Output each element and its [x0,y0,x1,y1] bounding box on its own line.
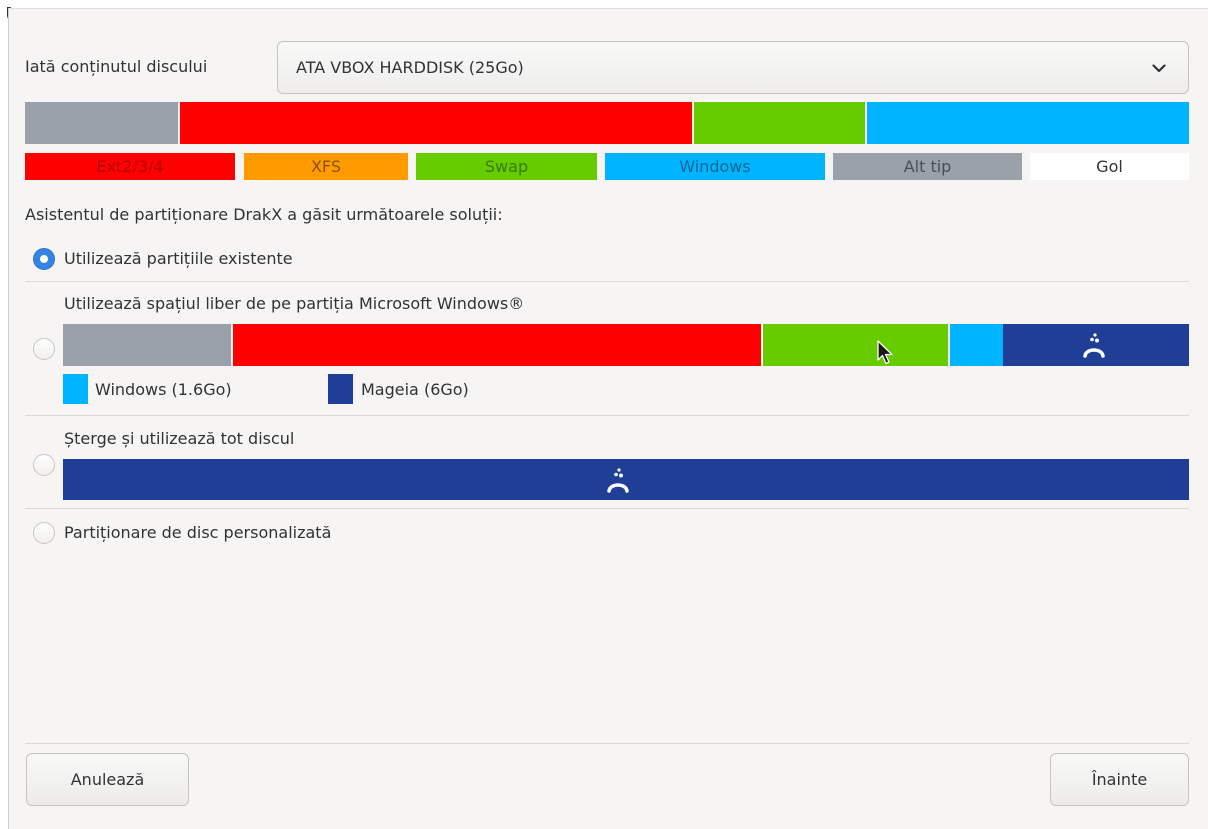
legend-ext: Ext2/3/4 [25,153,235,180]
option-custom-label[interactable]: Partiționare de disc personalizată [64,521,331,545]
solutions-heading: Asistentul de partiționare DrakX a găsit… [25,205,503,224]
disk-select[interactable]: ATA VBOX HARDDISK (25Go) [277,41,1189,94]
legend-swap: Swap [416,153,597,180]
partition-segment-other [25,102,180,144]
mouse-cursor-icon [877,340,893,365]
resize-segment-mageia [1003,324,1189,366]
legend-windows: Windows [605,153,825,180]
radio-existing-partitions[interactable] [33,248,55,270]
disk-select-value: ATA VBOX HARDDISK (25Go) [296,58,524,77]
radio-erase-disk[interactable] [33,454,55,476]
partition-segment-windows [867,102,1189,144]
legend-other: Alt tip [833,153,1022,180]
legend-xfs: XFS [244,153,408,180]
radio-free-windows[interactable] [33,338,55,360]
legend-empty: Gol [1030,153,1189,180]
next-button[interactable]: Înainte [1050,753,1189,806]
resize-partition-bar [63,324,1189,366]
separator [25,281,1189,282]
windows-size-label: Windows (1.6Go) [95,380,232,399]
disk-label: Iată conținutul discului [25,57,208,76]
resize-segment-other [63,324,233,366]
mageia-swatch [328,374,353,404]
option-free-windows-label[interactable]: Utilizează spațiul liber de pe partiția … [64,292,524,316]
mageia-logo-icon [1083,333,1105,358]
partition-segment-ext [180,102,694,144]
mageia-size-label: Mageia (6Go) [361,380,469,399]
chevron-down-icon [1152,64,1166,73]
option-existing-label[interactable]: Utilizează partițiile existente [64,247,293,271]
radio-custom-partitioning[interactable] [33,522,55,544]
option-erase-label[interactable]: Șterge și utilizează tot discul [64,427,294,451]
resize-segment-ext [233,324,763,366]
cancel-button[interactable]: Anulează [26,753,189,806]
separator [25,508,1189,509]
windows-swatch [63,374,88,404]
mageia-logo-icon [607,468,629,493]
footer-separator [25,743,1189,744]
separator [25,415,1189,416]
resize-segment-swap [763,324,950,366]
resize-segment-windows[interactable] [950,324,1003,366]
partitioning-window: Iată conținutul discului ATA VBOX HARDDI… [8,8,1208,829]
full-disk-bar [63,459,1189,500]
partition-segment-swap [694,102,867,144]
disk-partition-bar [25,102,1189,144]
